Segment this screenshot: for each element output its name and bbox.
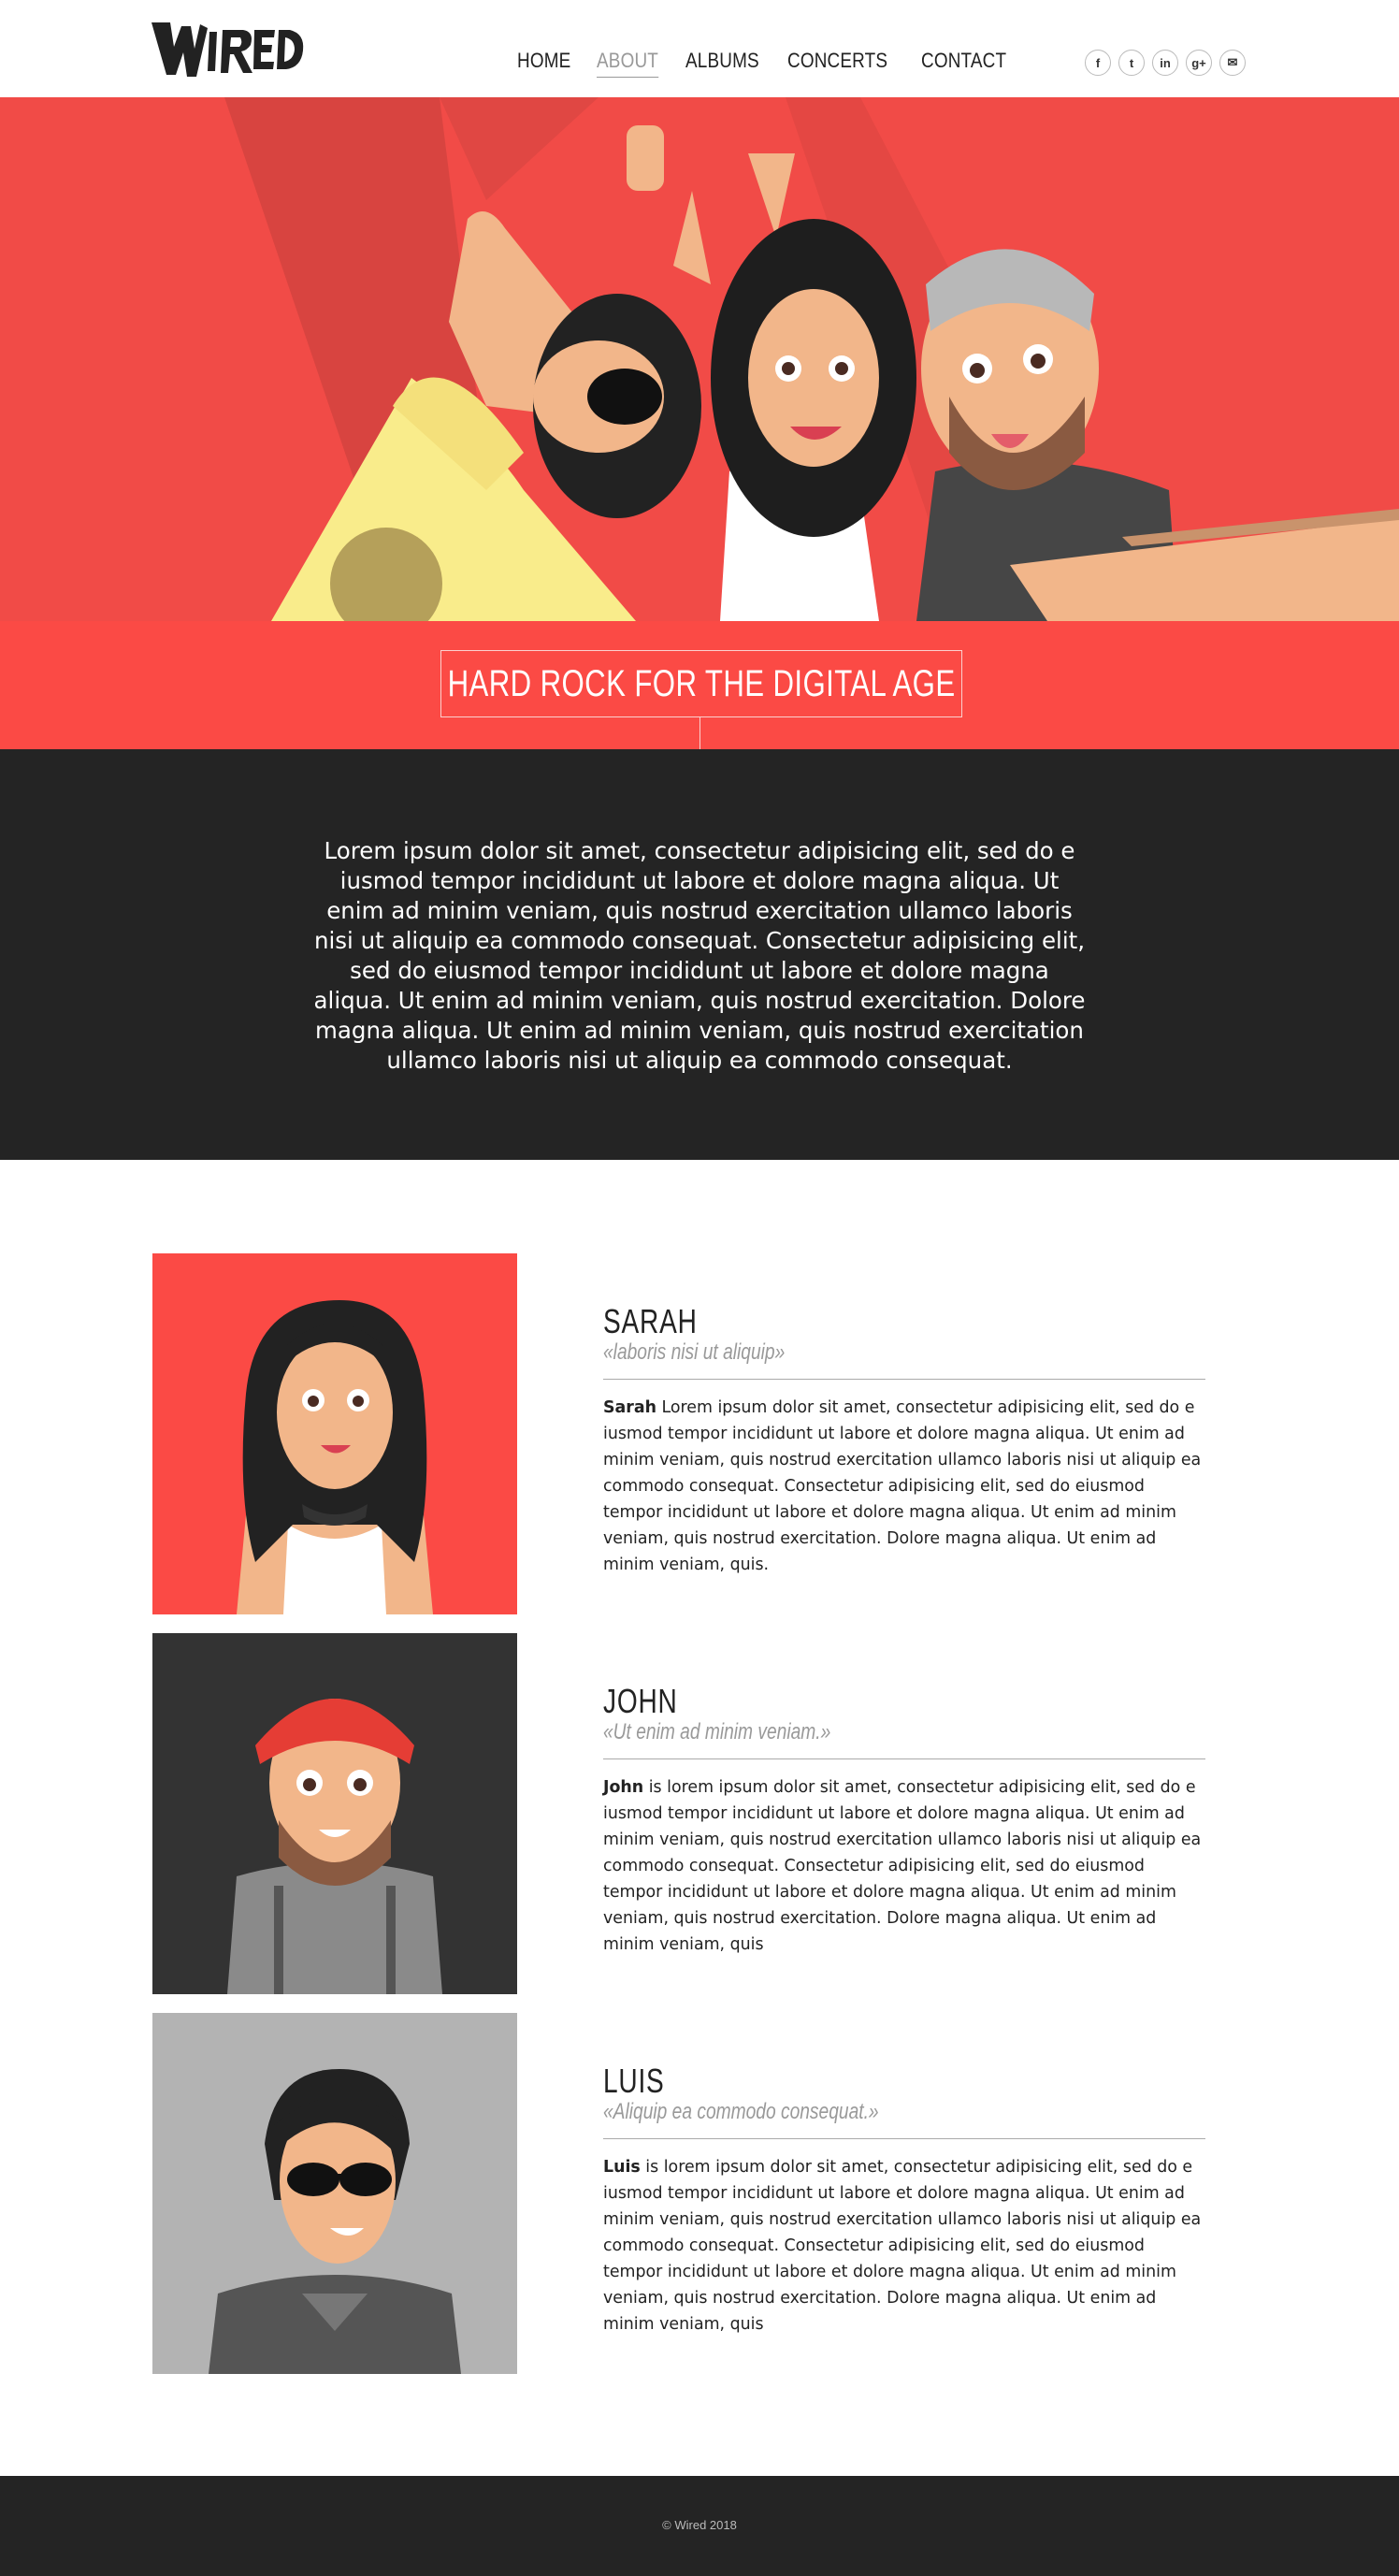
member-portrait-sarah <box>152 1253 517 1614</box>
member-quote: «Ut enim ad minim veniam.» <box>603 1719 831 1744</box>
social-links: f t in g+ ✉ <box>1085 50 1246 76</box>
linkedin-icon[interactable]: in <box>1152 50 1178 76</box>
member-portrait-luis <box>152 2013 517 2374</box>
googleplus-icon[interactable]: g+ <box>1186 50 1212 76</box>
member-card-luis: LUIS «Aliquip ea commodo consequat.» Lui… <box>152 2013 1205 2374</box>
facebook-icon[interactable]: f <box>1085 50 1111 76</box>
nav-item-concerts[interactable]: CONCERTS <box>787 49 887 78</box>
hero-title: HARD ROCK FOR THE DIGITAL AGE <box>447 662 956 704</box>
hero-title-band: HARD ROCK FOR THE DIGITAL AGE <box>0 621 1399 749</box>
member-quote: «laboris nisi ut aliquip» <box>603 1339 786 1365</box>
member-bio-text: is lorem ipsum dolor sit amet, consectet… <box>603 1778 1202 1954</box>
site-footer: © Wired 2018 <box>0 2476 1399 2576</box>
divider <box>603 2138 1205 2139</box>
member-name: JOHN <box>603 1682 678 1720</box>
main-nav: HOME ABOUT ALBUMS CONCERTS CONTACT <box>517 49 1037 78</box>
member-bio: John is lorem ipsum dolor sit amet, cons… <box>603 1774 1205 1958</box>
member-info-john: JOHN «Ut enim ad minim veniam.» John is … <box>603 1682 1205 1958</box>
intro-text: Lorem ipsum dolor sit amet, consectetur … <box>313 837 1086 1074</box>
member-portrait-john <box>152 1633 517 1994</box>
hero-illustration <box>0 97 1399 621</box>
site-header: HOME ABOUT ALBUMS CONCERTS CONTACT f t i… <box>0 0 1399 97</box>
twitter-icon[interactable]: t <box>1118 50 1145 76</box>
band-selfie-illustration <box>0 97 1399 621</box>
member-bio-text: is lorem ipsum dolor sit amet, consectet… <box>603 2158 1202 2334</box>
member-bio-text: Lorem ipsum dolor sit amet, consectetur … <box>603 1398 1202 1574</box>
member-info-sarah: SARAH «laboris nisi ut aliquip» Sarah Lo… <box>603 1302 1205 1578</box>
nav-item-albums[interactable]: ALBUMS <box>685 49 759 78</box>
intro-section: Lorem ipsum dolor sit amet, consectetur … <box>0 749 1399 1160</box>
nav-item-contact[interactable]: CONTACT <box>921 49 1006 78</box>
member-info-luis: LUIS «Aliquip ea commodo consequat.» Lui… <box>603 2062 1205 2337</box>
hero-title-box: HARD ROCK FOR THE DIGITAL AGE <box>440 650 962 717</box>
member-name: SARAH <box>603 1302 698 1340</box>
member-bio-name: Luis <box>603 2158 641 2177</box>
email-icon[interactable]: ✉ <box>1219 50 1246 76</box>
footer-copyright: © Wired 2018 <box>662 2518 737 2532</box>
nav-item-home[interactable]: HOME <box>517 49 570 78</box>
member-card-sarah: SARAH «laboris nisi ut aliquip» Sarah Lo… <box>152 1253 1205 1614</box>
member-bio-name: Sarah <box>603 1398 656 1417</box>
member-quote: «Aliquip ea commodo consequat.» <box>603 2099 879 2124</box>
divider <box>603 1758 1205 1759</box>
nav-item-about[interactable]: ABOUT <box>596 49 658 78</box>
member-card-john: JOHN «Ut enim ad minim veniam.» John is … <box>152 1633 1205 1994</box>
member-bio: Luis is lorem ipsum dolor sit amet, cons… <box>603 2154 1205 2337</box>
member-bio: Sarah Lorem ipsum dolor sit amet, consec… <box>603 1395 1205 1578</box>
member-name: LUIS <box>603 2062 665 2100</box>
wired-logo[interactable] <box>150 19 307 84</box>
divider <box>603 1379 1205 1380</box>
member-bio-name: John <box>603 1778 644 1797</box>
